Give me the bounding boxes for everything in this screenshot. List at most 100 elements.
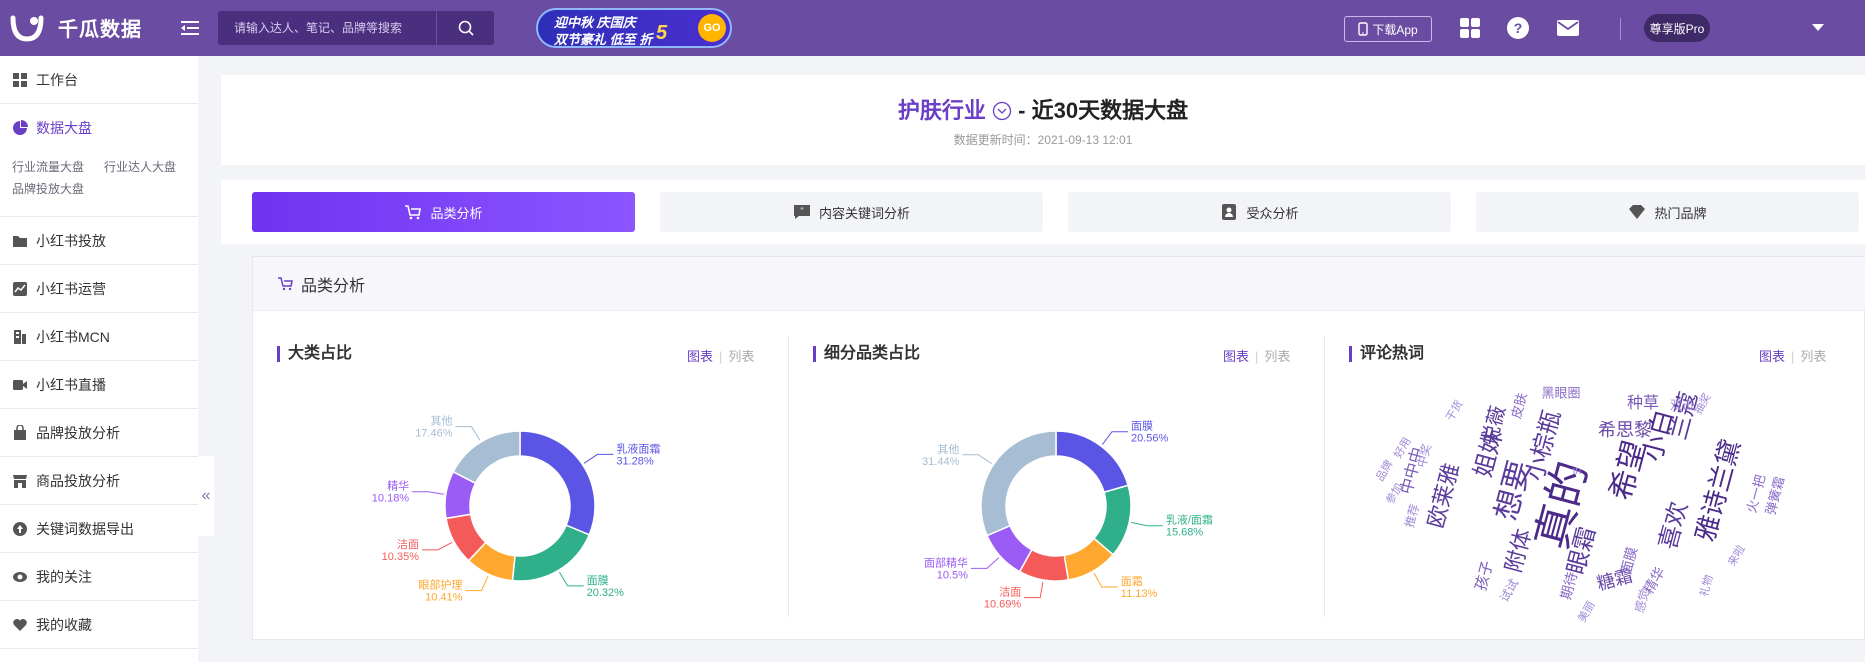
sidebar-item-label: 小红书直播 [36, 376, 106, 393]
word-cloud-word: 干货 [1442, 397, 1465, 423]
slice-value-label: 10.18% [372, 493, 410, 505]
slice-name-label: 乳液/面霜 [1166, 513, 1213, 527]
hot-words-cloud: 真的 希望想要小白雅诗兰黛眼霜 喜欢小棕瓶 兰蔻姐妹欧莱雅附体悦薇 希思黎糖霜种草中中中… [1372, 385, 1787, 624]
word-cloud-word: 双击 [1670, 398, 1694, 412]
toggle-chart[interactable]: 图表 [687, 349, 713, 364]
sidebar-item-xhs-placement[interactable]: 小红书投放 [0, 217, 198, 265]
card-title: 细分品类占比 [813, 346, 920, 362]
sidebar-item-label: 小红书运营 [36, 280, 106, 297]
slice-value-label: 20.56% [1131, 433, 1169, 445]
page-title-suffix: - 近30天数据大盘 [1018, 98, 1189, 123]
subcategory-donut-chart: 面膜20.56% 乳液/面霜15.68% 面霜11.13% 洁面10.69% 面部精华1… [922, 420, 1213, 611]
sidebar-item-my-follows[interactable]: 我的关注 [0, 553, 198, 601]
word-cloud-word: in [1573, 465, 1582, 477]
toggle-list[interactable]: 列表 [1800, 349, 1826, 364]
sidebar-item-xhs-mcn[interactable]: 小红书MCN [0, 313, 198, 361]
slice-value-label: 31.28% [616, 455, 654, 467]
heart-icon [13, 618, 27, 631]
word-cloud-word: 推荐 [1402, 502, 1422, 529]
sidebar-item-label: 小红书MCN [36, 328, 110, 345]
slice-name-label: 其他 [431, 415, 453, 428]
chevron-down-circle-icon[interactable] [992, 101, 1012, 121]
title-card: 护肤行业 - 近30天数据大盘 数据更新时间：2021-09-13 12:01 [221, 75, 1865, 165]
leader-line-1 [1131, 521, 1163, 527]
toggle-chart[interactable]: 图表 [1223, 349, 1249, 364]
folder-icon [13, 235, 27, 247]
leader-line-3 [1024, 581, 1044, 599]
apps-grid-icon[interactable] [1458, 16, 1482, 40]
slice-name-label: 眼部护理 [418, 578, 462, 592]
top-header: 千瓜数据 迎中秋 庆国庆 双节豪礼 低至 折 5 GO 下载App ? 尊享版P… [0, 0, 1865, 56]
logo[interactable]: 千瓜数据 [10, 12, 142, 42]
leader-line-0 [583, 453, 614, 464]
search-button[interactable] [436, 11, 494, 45]
word-cloud-word: 感觉 [1631, 587, 1652, 614]
mail-icon[interactable] [1556, 16, 1580, 40]
view-toggle: 图表 | 列表 [1759, 346, 1826, 365]
donut-slice-5[interactable] [452, 430, 521, 485]
sidebar-item-workbench[interactable]: 工作台 [0, 56, 198, 104]
slice-value-label: 15.68% [1166, 527, 1204, 539]
tab-hot-brands[interactable]: 热门品牌 [1476, 192, 1859, 232]
sidebar-item-product-placement-analysis[interactable]: 商品投放分析 [0, 457, 198, 505]
sidebar-sublink-industry-traffic[interactable]: 行业流量大盘 [12, 158, 84, 175]
slice-value-label: 10.35% [382, 551, 420, 563]
sidebar-item-label: 小红书投放 [36, 232, 106, 249]
download-app-button[interactable]: 下载App [1344, 16, 1432, 42]
slice-value-label: 31.44% [922, 456, 960, 468]
search-input[interactable] [218, 11, 436, 45]
diamond-icon [1629, 205, 1646, 219]
sidebar-item-data-overview[interactable]: 数据大盘 [0, 104, 198, 152]
tab-content-keyword-analysis[interactable]: " 内容关键词分析 [660, 192, 1043, 232]
sidebar-item-keyword-export[interactable]: 关键词数据导出 [0, 505, 198, 553]
pie-chart-icon [13, 120, 28, 135]
sidebar: 工作台 数据大盘 行业流量大盘 行业达人大盘 品牌投放大盘 小红书投放 小红书运… [0, 56, 198, 662]
sidebar-item-xhs-operation[interactable]: 小红书运营 [0, 265, 198, 313]
slice-name-label: 面部精华 [924, 555, 968, 569]
sidebar-sublink-industry-kol[interactable]: 行业达人大盘 [104, 158, 176, 175]
leader-line-5 [455, 426, 481, 441]
download-app-label: 下载App [1372, 22, 1418, 37]
toggle-list[interactable]: 列表 [728, 349, 754, 364]
chevron-down-icon[interactable] [1812, 24, 1824, 31]
leader-line-3 [421, 541, 453, 551]
promo-banner[interactable]: 迎中秋 庆国庆 双节豪礼 低至 折 5 GO [536, 8, 732, 48]
donut-slice-0[interactable] [1055, 430, 1130, 494]
sidebar-sublink-brand-placement[interactable]: 品牌投放大盘 [12, 180, 84, 197]
search-icon [458, 20, 474, 36]
donut-slice-1[interactable] [511, 524, 591, 582]
donut-slice-5[interactable] [980, 430, 1057, 537]
sidebar-item-xhs-live[interactable]: 小红书直播 [0, 361, 198, 409]
tab-audience-analysis[interactable]: 受众分析 [1068, 192, 1451, 232]
header-divider [1620, 18, 1621, 40]
toggle-list[interactable]: 列表 [1264, 349, 1290, 364]
donut-slice-0[interactable] [519, 430, 596, 536]
panel-title: 品类分析 [301, 277, 366, 295]
cart-icon [278, 276, 293, 290]
plan-badge[interactable]: 尊享版Pro [1644, 14, 1710, 42]
word-cloud-word: 兰蔻 [1665, 389, 1704, 442]
building-icon [14, 329, 26, 344]
category-analysis-panel: 品类分析 大类占比 图表 | 列表 乳液面霜 31.28% 面膜 20.32% 眼部护理 10… [252, 256, 1865, 640]
menu-toggle-icon[interactable] [180, 18, 200, 38]
subcategory-card: 细分品类占比 图表 | 列表 面膜 20.56% 乳液/面霜 15.68% 面霜 11.13%… [789, 312, 1324, 639]
tab-category-analysis[interactable]: 品类分析 [252, 192, 635, 232]
leader-line-1 [559, 571, 584, 587]
word-cloud-word: 来啦 [1724, 542, 1747, 568]
video-camera-icon [13, 379, 27, 390]
toggle-chart[interactable]: 图表 [1759, 349, 1785, 364]
slice-name-label: 面霜 [1121, 575, 1143, 588]
eye-icon [13, 571, 27, 582]
industry-selector[interactable]: 护肤行业 [898, 98, 986, 123]
sidebar-item-label: 关键词数据导出 [36, 520, 134, 537]
sidebar-item-brand-placement-analysis[interactable]: 品牌投放分析 [0, 409, 198, 457]
sidebar-collapse-button[interactable]: « [198, 456, 214, 536]
promo-go-button[interactable]: GO [698, 14, 726, 42]
slice-value-label: 10.5% [937, 569, 968, 581]
card-title: 大类占比 [277, 346, 352, 362]
store-icon [13, 474, 27, 488]
slice-name-label: 其他 [937, 443, 959, 456]
sidebar-item-my-favorites[interactable]: 我的收藏 [0, 601, 198, 649]
help-icon[interactable]: ? [1506, 16, 1530, 40]
phone-icon [1358, 22, 1369, 36]
